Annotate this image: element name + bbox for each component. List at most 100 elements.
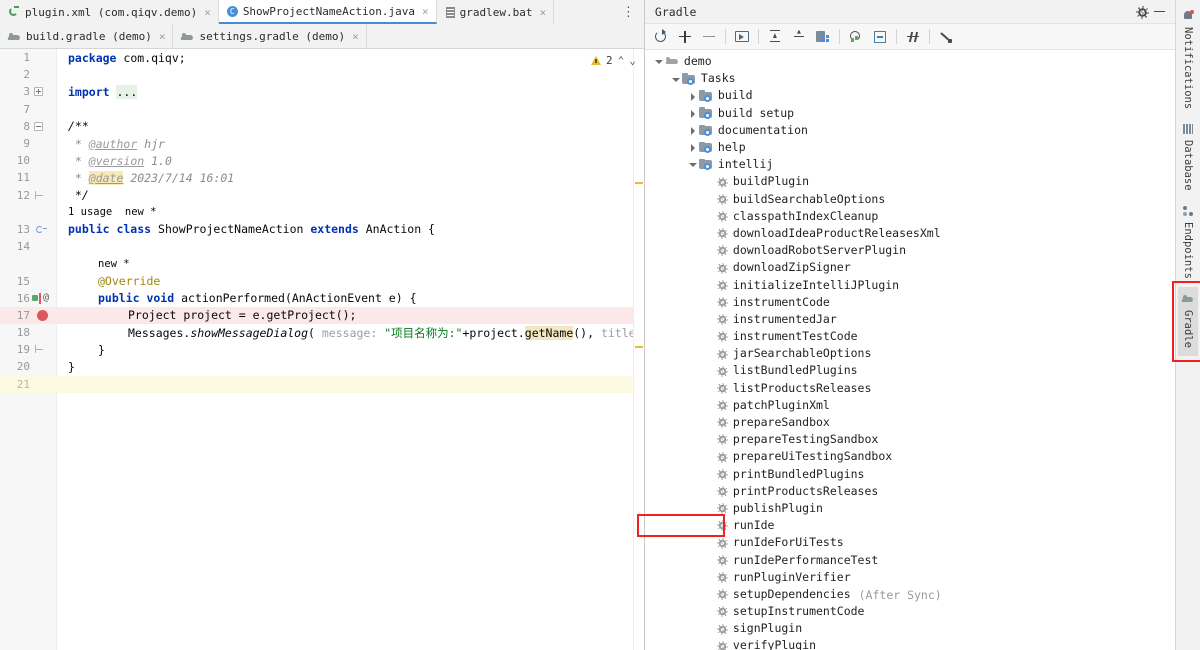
gradle-tree-row[interactable]: runPluginVerifier <box>645 569 1175 586</box>
gradle-tree-row[interactable]: Tasks <box>645 70 1175 87</box>
code-text: public void actionPerformed(AnActionEven… <box>56 291 644 305</box>
gradle-icon <box>1182 293 1194 305</box>
chevron-right-icon[interactable] <box>687 122 699 139</box>
gradle-tree-row[interactable]: listBundledPlugins <box>645 363 1175 380</box>
code-text: * @date 2023/7/14 16:01 <box>56 170 644 185</box>
line-number: 2 <box>23 68 30 82</box>
fold-collapse-icon[interactable] <box>34 121 43 131</box>
gradle-tree-row[interactable]: listProductsReleases <box>645 380 1175 397</box>
tab-build-gradle[interactable]: build.gradle (demo) × <box>0 24 174 48</box>
gradle-tree-row[interactable]: jarSearchableOptions <box>645 345 1175 362</box>
tab-close-icon[interactable]: × <box>539 7 546 18</box>
minimize-button[interactable] <box>1151 3 1169 21</box>
detach-external-project-button[interactable] <box>697 26 721 48</box>
next-problem-icon[interactable]: ⌄ <box>629 54 636 67</box>
gradle-tree-row[interactable]: patchPluginXml <box>645 397 1175 414</box>
tab-settings-gradle[interactable]: settings.gradle (demo) × <box>173 24 367 48</box>
gradle-tree-row[interactable]: printBundledPlugins <box>645 466 1175 483</box>
gutter-mark <box>32 169 56 186</box>
gradle-tree-row[interactable]: intellij <box>645 156 1175 173</box>
line-number: 18 <box>16 326 30 340</box>
gradle-tree-row[interactable]: signPlugin <box>645 620 1175 637</box>
marker-stripe-warning[interactable] <box>634 346 643 348</box>
gradle-task-tree[interactable]: demo Tasks build build setup documentation he… <box>644 50 1176 650</box>
run-method-gutter-icon[interactable]: @ <box>32 292 54 304</box>
chevron-down-icon[interactable] <box>670 71 682 88</box>
gradle-tree-row[interactable]: prepareUiTestingSandbox <box>645 449 1175 466</box>
link-gradle-project-button[interactable] <box>673 26 697 48</box>
fold-expand-icon[interactable] <box>34 87 43 97</box>
tab-close-icon[interactable]: × <box>204 7 211 18</box>
gradle-tree-row[interactable]: setupDependencies (After Sync) <box>645 586 1175 603</box>
tool-button-gradle[interactable]: Gradle <box>1178 286 1198 356</box>
gradle-tree-row[interactable]: setupInstrumentCode <box>645 603 1175 620</box>
gradle-tree-row[interactable]: runIde <box>645 517 1175 534</box>
chevron-right-icon[interactable] <box>687 105 699 122</box>
tab-showprojectnameaction-java[interactable]: ShowProjectNameAction.java × <box>218 0 437 24</box>
version-value: 1.0 <box>144 153 172 168</box>
build-tool-settings-button[interactable] <box>934 26 958 48</box>
gradle-tree-row[interactable]: buildPlugin <box>645 174 1175 191</box>
marker-stripe-warning[interactable] <box>634 182 643 184</box>
expand-all-button[interactable] <box>763 26 787 48</box>
gradle-tree-row[interactable]: printProductsReleases <box>645 483 1175 500</box>
run-task-button[interactable] <box>730 26 754 48</box>
tab-close-icon[interactable]: × <box>352 31 359 42</box>
tab-plugin-xml[interactable]: plugin.xml (com.qiqv.demo) × <box>0 0 219 24</box>
gradle-tree-row[interactable]: build setup <box>645 105 1175 122</box>
gradle-tree-row[interactable]: prepareSandbox <box>645 414 1175 431</box>
gradle-tree-row[interactable]: downloadRobotServerPlugin <box>645 242 1175 259</box>
tool-button-endpoints[interactable]: Endpoints <box>1178 199 1198 287</box>
tab-close-icon[interactable]: × <box>159 31 166 42</box>
gradle-tree-row[interactable]: help <box>645 139 1175 156</box>
override-gutter-icon[interactable]: @ <box>43 292 49 303</box>
gradle-task-label: classpathIndexCleanup <box>732 208 879 223</box>
code-line-18: 18 Messages.showMessageDialog( message: … <box>0 324 644 341</box>
gradle-tree-row[interactable]: downloadZipSigner <box>645 259 1175 276</box>
gradle-tree-row[interactable]: documentation <box>645 122 1175 139</box>
chevron-down-icon[interactable] <box>653 53 665 70</box>
editor-marker-bar[interactable] <box>632 49 644 650</box>
chevron-right-icon[interactable] <box>687 139 699 156</box>
inspection-widget[interactable]: 2 ⌃ ⌄ <box>591 54 636 67</box>
inlay-usage-hint[interactable]: 1 usage new * <box>56 206 644 218</box>
folded-imports[interactable]: ... <box>116 84 138 99</box>
gradle-tree-row[interactable]: downloadIdeaProductReleasesXml <box>645 225 1175 242</box>
gradle-tree-row[interactable]: publishPlugin <box>645 500 1175 517</box>
chevron-right-icon[interactable] <box>687 88 699 105</box>
show-modules-button[interactable] <box>811 26 835 48</box>
gradle-tree-row[interactable]: prepareTestingSandbox <box>645 431 1175 448</box>
gradle-tree-row[interactable]: runIdeForUiTests <box>645 534 1175 551</box>
execute-task-search-button[interactable] <box>844 26 868 48</box>
gradle-task-label: buildSearchableOptions <box>732 191 886 206</box>
gradle-tree-row[interactable]: buildSearchableOptions <box>645 191 1175 208</box>
tab-close-icon[interactable]: × <box>422 6 429 17</box>
previous-problem-icon[interactable]: ⌃ <box>618 54 625 67</box>
gradle-tree-row[interactable]: demo <box>645 53 1175 70</box>
implemented-marker-icon[interactable] <box>36 224 47 235</box>
gradle-tree-row[interactable]: runIdePerformanceTest <box>645 552 1175 569</box>
tool-button-notifications[interactable]: Notifications <box>1178 4 1198 117</box>
inlay-new-hint[interactable]: new * <box>56 258 644 270</box>
tool-button-database[interactable]: Database <box>1178 117 1198 199</box>
breakpoint-icon[interactable] <box>37 309 48 321</box>
gradle-tree-row[interactable]: instrumentTestCode <box>645 328 1175 345</box>
gradle-tree-row[interactable]: build <box>645 88 1175 105</box>
gradle-tree-row[interactable]: classpathIndexCleanup <box>645 208 1175 225</box>
show-structure-button[interactable] <box>868 26 892 48</box>
tab-overflow-menu-icon[interactable]: ⋮ <box>613 0 644 24</box>
gradle-tree-row[interactable]: instrumentCode <box>645 294 1175 311</box>
toggle-offline-mode-button[interactable] <box>901 26 925 48</box>
tab-gradlew-bat[interactable]: gradlew.bat × <box>436 0 555 24</box>
gradle-tree-row[interactable]: verifyPlugin <box>645 638 1175 650</box>
chevron-down-icon[interactable] <box>687 156 699 173</box>
reload-all-gradle-projects-button[interactable] <box>649 26 673 48</box>
gradle-task-icon <box>716 468 729 481</box>
collapse-all-button[interactable] <box>787 26 811 48</box>
gradle-tree-row[interactable]: instrumentedJar <box>645 311 1175 328</box>
gradle-tree-row[interactable]: initializeIntelliJPlugin <box>645 277 1175 294</box>
code-editor[interactable]: 2 ⌃ ⌄ 1 package com.qiqv; 2 3 import ...… <box>0 49 644 650</box>
bat-file-icon <box>445 6 455 18</box>
settings-gear-button[interactable] <box>1133 3 1151 21</box>
line-number: 11 <box>16 171 30 185</box>
